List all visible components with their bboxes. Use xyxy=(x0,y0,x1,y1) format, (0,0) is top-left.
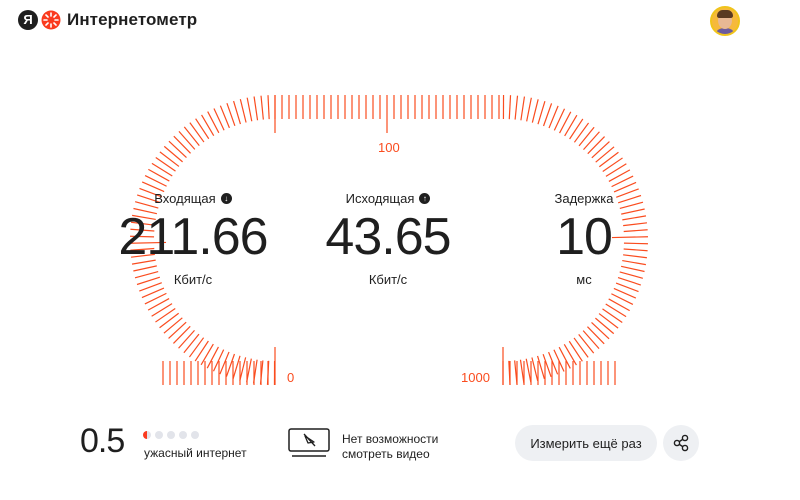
gauge-tick xyxy=(183,126,200,146)
rating-dot xyxy=(179,431,187,439)
gauge-tick xyxy=(520,96,526,121)
gauge-tick xyxy=(194,340,209,362)
gauge-tick xyxy=(168,321,187,339)
gauge-tick xyxy=(246,97,253,122)
gauge-tick xyxy=(178,130,196,150)
gauge-tick xyxy=(201,114,215,136)
gauge-tick xyxy=(239,99,247,123)
gauge-tick xyxy=(531,357,539,381)
gauge-tick xyxy=(155,157,176,172)
gauge-tick xyxy=(151,162,173,177)
latency-unit: мс xyxy=(576,272,592,287)
upload-value: 43.65 xyxy=(325,208,451,266)
gauge-tick xyxy=(514,95,519,120)
share-icon xyxy=(673,434,689,452)
gauge-tick xyxy=(591,322,610,340)
gauge-tick xyxy=(564,114,578,137)
gauge-tick xyxy=(602,308,623,323)
latency-label: Задержка xyxy=(554,191,614,206)
gauge-tick xyxy=(531,99,539,123)
gauge-tick xyxy=(526,97,532,122)
gauge-tick xyxy=(537,101,546,125)
gauge-tick xyxy=(573,122,590,143)
gauge-tick xyxy=(569,118,584,140)
gauge-label-0: 0 xyxy=(287,370,295,385)
gauge-tick xyxy=(232,355,241,379)
gauge-tick xyxy=(542,103,553,127)
latency-metric: Задержка 10 мс xyxy=(494,191,674,287)
summary-bar: 0.5 ужасный интернет Нет возможности смо… xyxy=(0,410,800,480)
gauge-label-1000: 1000 xyxy=(461,370,490,385)
gauge-tick xyxy=(159,312,180,329)
gauge-tick xyxy=(578,126,595,147)
gauge-tick xyxy=(226,103,236,127)
rating-dot xyxy=(191,431,199,439)
gauge-tick xyxy=(582,330,600,350)
gauge-tick xyxy=(605,163,627,177)
gauge-tick xyxy=(151,303,173,317)
gauge-tick xyxy=(267,95,270,120)
video-text-line2: смотреть видео xyxy=(342,447,430,461)
video-capability-text: Нет возможности смотреть видео xyxy=(342,432,438,462)
gauge-tick xyxy=(583,131,600,151)
gauge-tick xyxy=(525,358,532,383)
measure-again-button[interactable]: Измерить ещё раз xyxy=(515,425,657,461)
gauge-tick xyxy=(163,317,183,334)
video-text-line1: Нет возможности xyxy=(342,432,439,446)
gauge-label-100: 100 xyxy=(378,140,400,155)
download-icon: ↓ xyxy=(220,193,232,204)
quality-description: ужасный интернет xyxy=(144,446,247,460)
rating-dot xyxy=(167,431,175,439)
gauge-tick xyxy=(598,313,619,329)
gauge-tick xyxy=(591,141,610,159)
video-off-icon xyxy=(288,428,330,457)
gauge-tick xyxy=(542,353,552,377)
upload-label: Исходящая xyxy=(345,191,415,206)
rating-dot xyxy=(143,431,151,439)
upload-metric: Исходящая ↑ 43.65 Кбит/с xyxy=(298,191,478,287)
gauge-tick xyxy=(188,337,205,358)
gauge-tick xyxy=(178,329,195,349)
quality-rating-dots xyxy=(143,431,199,439)
gauge-tick xyxy=(595,146,615,163)
gauge-tick xyxy=(233,100,242,125)
upload-icon: ↑ xyxy=(419,193,431,204)
gauge-tick xyxy=(163,145,183,163)
gauge-tick xyxy=(573,337,589,358)
gauge-tick xyxy=(183,333,200,354)
gauge-tick xyxy=(168,140,187,158)
gauge-tick xyxy=(595,317,615,335)
gauge-tick xyxy=(508,95,512,120)
gauge-tick xyxy=(155,307,176,323)
gauge-tick xyxy=(578,334,595,354)
download-metric: Входящая ↓ 211.66 Кбит/с xyxy=(103,191,283,287)
download-unit: Кбит/с xyxy=(173,272,213,287)
gauge-tick xyxy=(159,151,180,167)
gauge-tick xyxy=(253,96,259,121)
gauge-tick xyxy=(189,122,205,143)
share-button[interactable] xyxy=(663,425,699,461)
download-value: 211.66 xyxy=(118,208,268,266)
gauge-tick xyxy=(239,357,247,381)
gauge-tick xyxy=(568,340,583,362)
gauge-tick xyxy=(195,118,210,140)
rating-dot xyxy=(155,431,163,439)
gauge-tick xyxy=(605,303,627,318)
gauge-tick xyxy=(173,325,191,344)
gauge-tick xyxy=(598,151,619,168)
gauge-tick xyxy=(173,135,191,154)
latency-value: 10 xyxy=(556,208,613,266)
quality-score: 0.5 xyxy=(80,422,125,460)
gauge-tick xyxy=(587,136,605,155)
upload-unit: Кбит/с xyxy=(368,272,408,287)
gauge-tick xyxy=(602,157,623,173)
gauge-tick xyxy=(260,95,264,120)
download-label: Входящая xyxy=(154,191,216,206)
gauge-tick xyxy=(587,326,605,345)
